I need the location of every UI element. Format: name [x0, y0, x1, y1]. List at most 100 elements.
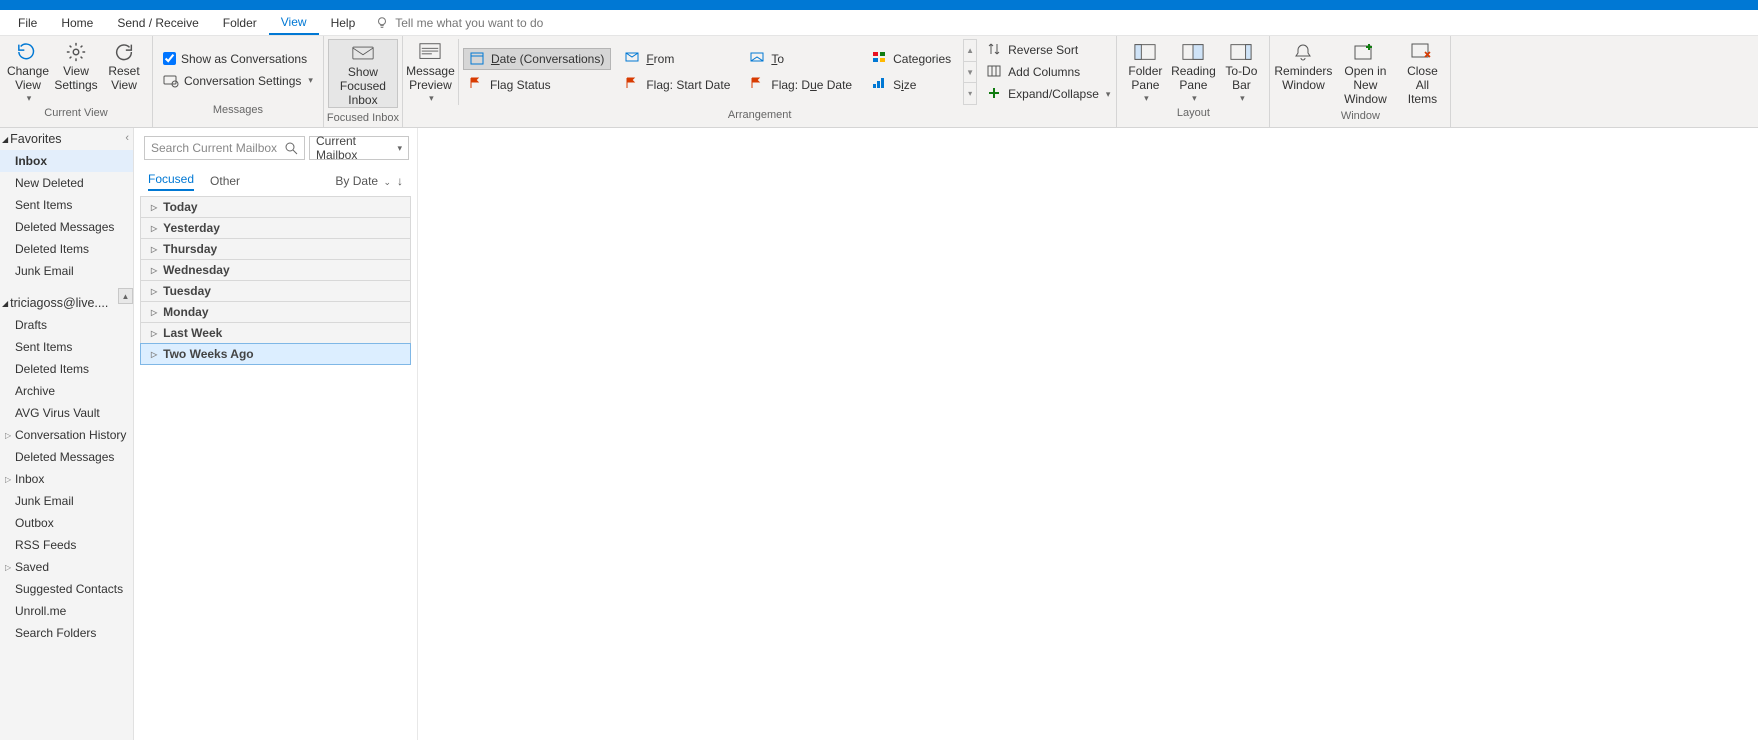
folder-item[interactable]: Junk Email — [0, 490, 133, 512]
search-input[interactable]: Search Current Mailbox — [144, 136, 305, 160]
folder-item[interactable]: Unroll.me — [0, 600, 133, 622]
flag-icon — [625, 77, 641, 93]
show-as-conversations-input[interactable] — [163, 52, 176, 65]
group-title-focused-inbox: Focused Inbox — [324, 110, 402, 127]
tell-me-label: Tell me what you want to do — [395, 16, 543, 30]
folder-item-label: AVG Virus Vault — [15, 406, 100, 420]
conversation-settings-button[interactable]: Conversation Settings▾ — [157, 70, 319, 92]
folder-scroll-up[interactable]: ▲ — [118, 288, 133, 304]
date-group-header[interactable]: ▷Two Weeks Ago — [140, 343, 411, 365]
folder-item-label: Unroll.me — [15, 604, 66, 618]
folder-item[interactable]: Archive — [0, 380, 133, 402]
reminders-window-button[interactable]: Reminders Window — [1274, 39, 1332, 106]
account-header[interactable]: ◢triciagoss@live.... — [0, 292, 133, 314]
reading-pane — [418, 128, 1758, 740]
view-settings-button[interactable]: View Settings — [52, 39, 100, 103]
search-icon — [284, 141, 298, 155]
focused-tab[interactable]: Focused — [148, 172, 194, 191]
tell-me-box[interactable]: Tell me what you want to do — [375, 16, 543, 30]
add-columns-button[interactable]: Add Columns — [981, 61, 1116, 83]
flag-icon — [469, 77, 485, 93]
scroll-up-icon[interactable]: ▲ — [964, 40, 976, 62]
favorites-item[interactable]: Deleted Messages — [0, 216, 133, 238]
folder-item[interactable]: ▷Inbox — [0, 468, 133, 490]
tab-view[interactable]: View — [269, 11, 319, 35]
sort-by-button[interactable]: By Date ⌄ — [335, 174, 391, 188]
tab-send-receive[interactable]: Send / Receive — [105, 12, 210, 34]
date-group-header[interactable]: ▷Today — [140, 196, 411, 218]
show-as-conversations-checkbox[interactable]: Show as Conversations — [157, 48, 319, 70]
tab-file[interactable]: File — [6, 12, 49, 34]
close-all-items-button[interactable]: Close All Items — [1398, 39, 1446, 106]
folder-item-label: Archive — [15, 384, 55, 398]
date-group-label: Thursday — [163, 242, 217, 256]
arrange-size-button[interactable]: Size — [866, 74, 957, 96]
folder-item[interactable]: RSS Feeds — [0, 534, 133, 556]
date-group-header[interactable]: ▷Thursday — [140, 238, 411, 260]
favorites-header[interactable]: ◢Favorites — [0, 128, 133, 150]
folder-pane-button[interactable]: Folder Pane▾ — [1121, 39, 1169, 103]
chevron-right-icon: ▷ — [5, 431, 15, 440]
folder-item[interactable]: Outbox — [0, 512, 133, 534]
folder-item[interactable]: ▷Saved — [0, 556, 133, 578]
date-group-header[interactable]: ▷Yesterday — [140, 217, 411, 239]
search-scope-dropdown[interactable]: Current Mailbox ▾ — [309, 136, 409, 160]
arrange-categories-button[interactable]: Categories — [866, 48, 957, 70]
reading-pane-button[interactable]: Reading Pane▾ — [1169, 39, 1217, 103]
favorites-item[interactable]: Sent Items — [0, 194, 133, 216]
arrange-flag-due-button[interactable]: Flag: Due Date — [744, 74, 858, 96]
chevron-down-icon: ▾ — [397, 143, 402, 154]
folder-item[interactable]: Deleted Messages — [0, 446, 133, 468]
folder-item[interactable]: AVG Virus Vault — [0, 402, 133, 424]
arrangement-gallery-scroll[interactable]: ▲ ▼ ▾ — [963, 39, 977, 105]
scroll-down-icon[interactable]: ▼ — [964, 62, 976, 84]
favorites-item[interactable]: Junk Email — [0, 260, 133, 282]
tab-home[interactable]: Home — [49, 12, 105, 34]
message-list-pane: Search Current Mailbox Current Mailbox ▾… — [134, 128, 418, 740]
date-group-header[interactable]: ▷Last Week — [140, 322, 411, 344]
favorites-item[interactable]: Inbox — [0, 150, 133, 172]
arrange-from-button[interactable]: From — [619, 48, 736, 70]
show-focused-inbox-button[interactable]: Show Focused Inbox — [328, 39, 398, 108]
arrange-flag-status-button[interactable]: Flag Status — [463, 74, 611, 96]
message-preview-button[interactable]: Message Preview▾ — [403, 39, 459, 105]
collapse-folder-pane-button[interactable]: ‹ — [125, 132, 129, 144]
folder-item[interactable]: Drafts — [0, 314, 133, 336]
open-in-new-window-button[interactable]: Open in New Window — [1332, 39, 1398, 106]
date-group-label: Monday — [163, 305, 208, 319]
date-group-header[interactable]: ▷Wednesday — [140, 259, 411, 281]
search-placeholder: Search Current Mailbox — [151, 141, 277, 155]
expand-collapse-button[interactable]: Expand/Collapse▾ — [981, 83, 1116, 105]
tab-folder[interactable]: Folder — [211, 12, 269, 34]
arrange-to-button[interactable]: To — [744, 48, 858, 70]
folder-item[interactable]: Search Folders — [0, 622, 133, 644]
favorites-item[interactable]: New Deleted — [0, 172, 133, 194]
reading-pane-label: Reading Pane — [1171, 65, 1216, 93]
date-group-label: Wednesday — [163, 263, 229, 277]
ribbon-tabs: File Home Send / Receive Folder View Hel… — [0, 10, 1758, 36]
folder-item[interactable]: Deleted Items — [0, 358, 133, 380]
favorites-item[interactable]: Deleted Items — [0, 238, 133, 260]
gear-icon — [65, 41, 87, 63]
chevron-right-icon: ▷ — [151, 287, 157, 296]
workspace: ‹ ◢Favorites InboxNew DeletedSent ItemsD… — [0, 128, 1758, 740]
arrange-date-button[interactable]: DDate (Conversations)ate (Conversations) — [463, 48, 611, 70]
folder-item[interactable]: ▷Conversation History — [0, 424, 133, 446]
date-group-header[interactable]: ▷Monday — [140, 301, 411, 323]
folder-item[interactable]: Sent Items — [0, 336, 133, 358]
date-group-header[interactable]: ▷Tuesday — [140, 280, 411, 302]
calendar-icon — [470, 51, 486, 67]
todo-bar-button[interactable]: To-Do Bar▾ — [1217, 39, 1265, 103]
arrange-flag-start-button[interactable]: Flag: Start Date — [619, 74, 736, 96]
reverse-sort-button[interactable]: Reverse Sort — [981, 39, 1116, 61]
todo-bar-label: To-Do Bar — [1219, 65, 1263, 93]
arrange-date-label: DDate (Conversations)ate (Conversations) — [491, 52, 604, 66]
other-tab[interactable]: Other — [210, 174, 240, 188]
reset-view-button[interactable]: Reset View — [100, 39, 148, 103]
folder-item[interactable]: Suggested Contacts — [0, 578, 133, 600]
chevron-down-icon: ◢ — [2, 299, 8, 308]
scroll-more-icon[interactable]: ▾ — [964, 83, 976, 104]
tab-help[interactable]: Help — [319, 12, 368, 34]
sort-direction-button[interactable]: ↓ — [397, 174, 403, 188]
change-view-button[interactable]: Change View▾ — [4, 39, 52, 103]
